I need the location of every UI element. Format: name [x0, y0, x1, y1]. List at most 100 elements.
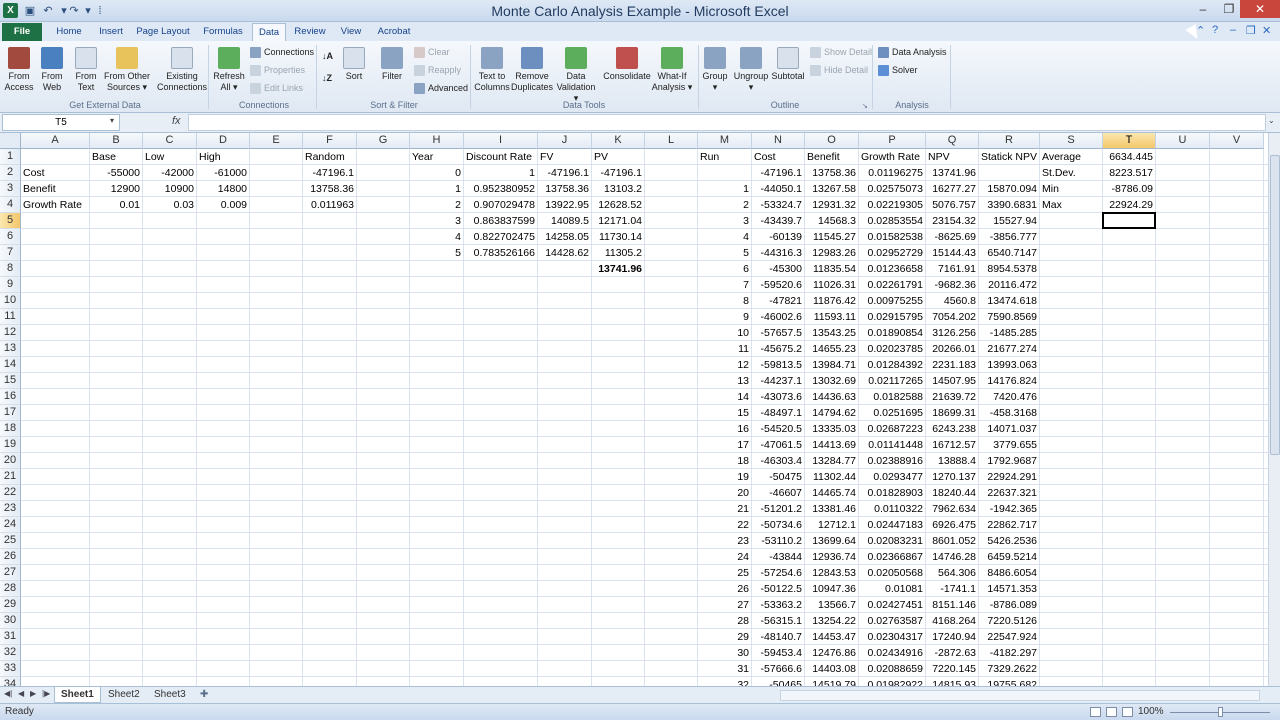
column-header-j[interactable]: J — [538, 133, 592, 149]
cell-m8[interactable]: 6 — [698, 261, 751, 277]
row-header-23[interactable]: 23 — [0, 501, 21, 517]
from-other-sources-button[interactable]: From Other Sources ▾ — [102, 47, 152, 93]
cell-q29[interactable]: 8151.146 — [926, 597, 978, 613]
cell-p33[interactable]: 0.02088659 — [859, 661, 925, 677]
cell-c4[interactable]: 0.03 — [143, 197, 196, 213]
cell-i2[interactable]: 1 — [464, 165, 537, 181]
cell-q11[interactable]: 7054.202 — [926, 309, 978, 325]
cell-p24[interactable]: 0.02447183 — [859, 517, 925, 533]
cell-n3[interactable]: -44050.1 — [752, 181, 804, 197]
tab-data[interactable]: Data — [252, 23, 286, 41]
cell-m10[interactable]: 8 — [698, 293, 751, 309]
cell-s4[interactable]: Max — [1040, 197, 1064, 213]
tab-page-layout[interactable]: Page Layout — [134, 23, 192, 41]
sheet-tab-sheet2[interactable]: Sheet2 — [102, 687, 146, 703]
cell-q8[interactable]: 7161.91 — [926, 261, 978, 277]
cell-q31[interactable]: 17240.94 — [926, 629, 978, 645]
cell-r8[interactable]: 8954.5378 — [979, 261, 1039, 277]
row-header-12[interactable]: 12 — [0, 325, 21, 341]
row-header-28[interactable]: 28 — [0, 581, 21, 597]
edit-links-button[interactable]: Edit Links — [250, 81, 303, 95]
tab-file[interactable]: File — [2, 23, 42, 41]
row-header-8[interactable]: 8 — [0, 261, 21, 277]
row-header-4[interactable]: 4 — [0, 197, 21, 213]
cell-k4[interactable]: 12628.52 — [592, 197, 644, 213]
column-header-u[interactable]: U — [1156, 133, 1210, 149]
row-header-21[interactable]: 21 — [0, 469, 21, 485]
cell-d2[interactable]: -61000 — [197, 165, 249, 181]
cell-r20[interactable]: 1792.9687 — [979, 453, 1039, 469]
cell-p14[interactable]: 0.01284392 — [859, 357, 925, 373]
cell-o7[interactable]: 12983.26 — [805, 245, 858, 261]
group-button[interactable]: Group ▾ — [700, 47, 730, 93]
cell-o1[interactable]: Benefit — [805, 149, 842, 165]
cell-m32[interactable]: 30 — [698, 645, 751, 661]
tab-home[interactable]: Home — [50, 23, 88, 41]
cell-c1[interactable]: Low — [143, 149, 166, 165]
cell-p19[interactable]: 0.01141448 — [859, 437, 925, 453]
cell-r13[interactable]: 21677.274 — [979, 341, 1039, 357]
cell-j7[interactable]: 14428.62 — [538, 245, 591, 261]
cell-r21[interactable]: 22924.291 — [979, 469, 1039, 485]
filter-button[interactable]: Filter — [378, 47, 406, 82]
cell-o6[interactable]: 11545.27 — [805, 229, 858, 245]
column-header-f[interactable]: F — [303, 133, 357, 149]
workbook-close-icon[interactable]: ✕ — [1262, 24, 1271, 37]
cell-f3[interactable]: 13758.36 — [303, 181, 356, 197]
cell-o25[interactable]: 13699.64 — [805, 533, 858, 549]
refresh-all-button[interactable]: Refresh All ▾ — [212, 47, 246, 93]
cell-p32[interactable]: 0.02434916 — [859, 645, 925, 661]
row-header-30[interactable]: 30 — [0, 613, 21, 629]
cell-m22[interactable]: 20 — [698, 485, 751, 501]
cell-m18[interactable]: 16 — [698, 421, 751, 437]
row-header-2[interactable]: 2 — [0, 165, 21, 181]
reapply-button[interactable]: Reapply — [414, 63, 461, 77]
column-header-e[interactable]: E — [250, 133, 303, 149]
cell-h4[interactable]: 2 — [410, 197, 463, 213]
row-header-22[interactable]: 22 — [0, 485, 21, 501]
cell-r29[interactable]: -8786.089 — [979, 597, 1039, 613]
cell-m28[interactable]: 26 — [698, 581, 751, 597]
cell-o22[interactable]: 14465.74 — [805, 485, 858, 501]
cell-i3[interactable]: 0.952380952 — [464, 181, 537, 197]
cell-n34[interactable]: -50465 — [752, 677, 804, 686]
cell-m34[interactable]: 32 — [698, 677, 751, 686]
cell-i6[interactable]: 0.822702475 — [464, 229, 537, 245]
cell-p11[interactable]: 0.02915795 — [859, 309, 925, 325]
cell-p1[interactable]: Growth Rate — [859, 149, 922, 165]
cell-i1[interactable]: Discount Rate — [464, 149, 534, 165]
cell-p15[interactable]: 0.02117265 — [859, 373, 925, 389]
cell-r4[interactable]: 3390.6831 — [979, 197, 1039, 213]
cell-r32[interactable]: -4182.297 — [979, 645, 1039, 661]
cell-m7[interactable]: 5 — [698, 245, 751, 261]
consolidate-button[interactable]: Consolidate — [602, 47, 652, 82]
row-header-1[interactable]: 1 — [0, 149, 21, 165]
cell-m12[interactable]: 10 — [698, 325, 751, 341]
row-header-33[interactable]: 33 — [0, 661, 21, 677]
cell-o30[interactable]: 13254.22 — [805, 613, 858, 629]
column-header-c[interactable]: C — [143, 133, 197, 149]
cell-j3[interactable]: 13758.36 — [538, 181, 591, 197]
cell-f2[interactable]: -47196.1 — [303, 165, 356, 181]
cell-r23[interactable]: -1942.365 — [979, 501, 1039, 517]
cell-m31[interactable]: 29 — [698, 629, 751, 645]
solver-button[interactable]: Solver — [878, 63, 918, 77]
cell-m5[interactable]: 3 — [698, 213, 751, 229]
cell-q33[interactable]: 7220.145 — [926, 661, 978, 677]
column-header-r[interactable]: R — [979, 133, 1040, 149]
name-box-dropdown-icon[interactable]: ▾ — [110, 116, 114, 125]
cell-q20[interactable]: 13888.4 — [926, 453, 978, 469]
tab-view[interactable]: View — [334, 23, 368, 41]
row-header-14[interactable]: 14 — [0, 357, 21, 373]
cell-h7[interactable]: 5 — [410, 245, 463, 261]
cell-q34[interactable]: 14815.93 — [926, 677, 978, 686]
cell-r9[interactable]: 20116.472 — [979, 277, 1039, 293]
cell-r10[interactable]: 13474.618 — [979, 293, 1039, 309]
column-header-m[interactable]: M — [698, 133, 752, 149]
zoom-slider-knob[interactable] — [1218, 707, 1223, 717]
cell-o26[interactable]: 12936.74 — [805, 549, 858, 565]
cell-r22[interactable]: 22637.321 — [979, 485, 1039, 501]
column-header-h[interactable]: H — [410, 133, 464, 149]
column-header-k[interactable]: K — [592, 133, 645, 149]
cell-q21[interactable]: 1270.137 — [926, 469, 978, 485]
